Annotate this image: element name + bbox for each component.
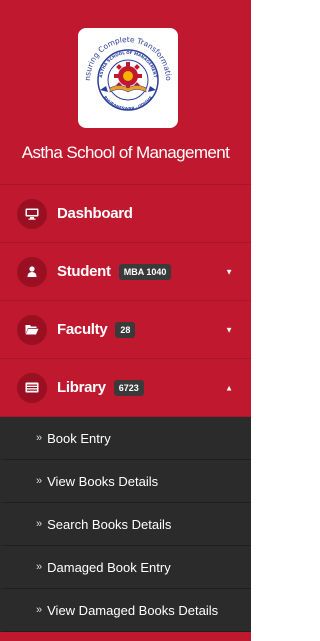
submenu-item-label: View Books Details [47,473,159,489]
logo-emblem-icon: Ensuring Complete Transformation ASTHA S… [78,28,173,111]
double-chevron-right-icon: » [36,475,43,487]
nav-label-dashboard: Dashboard [57,205,133,222]
chevron-down-icon[interactable]: ▼ [225,267,233,276]
submenu-item-label: Damaged Book Entry [47,559,171,575]
nav-label-faculty: Faculty [57,321,108,338]
nav-label-library: Library [57,379,106,396]
list-icon [17,372,47,403]
double-chevron-right-icon: » [36,518,43,530]
nav-label-student: Student [57,263,111,280]
user-icon [17,256,47,287]
school-logo[interactable]: Ensuring Complete Transformation ASTHA S… [78,28,178,128]
faculty-count-badge: 28 [115,321,136,338]
submenu-item-search-books-details[interactable]: » Search Books Details [0,503,251,546]
submenu-item-view-damaged-books-details[interactable]: » View Damaged Books Details [0,589,251,632]
submenu-item-label: Book Entry [47,430,111,446]
nav-item-library[interactable]: Library 6723 ▲ [0,359,251,417]
submenu-item-label: Search Books Details [47,516,172,532]
chevron-down-icon[interactable]: ▼ [225,325,233,334]
nav-item-dashboard[interactable]: Dashboard [0,185,251,243]
desktop-icon [17,198,47,229]
library-submenu: » Book Entry » View Books Details » Sear… [0,417,251,632]
nav-item-faculty[interactable]: Faculty 28 ▼ [0,301,251,359]
submenu-item-damaged-book-entry[interactable]: » Damaged Book Entry [0,546,251,589]
submenu-item-view-books-details[interactable]: » View Books Details [0,460,251,503]
double-chevron-right-icon: » [36,432,43,444]
school-name[interactable]: Astha School of Management [0,143,251,163]
student-count-badge: MBA 1040 [118,263,172,280]
submenu-item-book-entry[interactable]: » Book Entry [0,417,251,460]
folder-icon [17,314,47,345]
chevron-up-icon[interactable]: ▲ [225,383,233,392]
double-chevron-right-icon: » [36,604,43,616]
nav-item-student[interactable]: Student MBA 1040 ▼ [0,243,251,301]
sidebar: Ensuring Complete Transformation ASTHA S… [0,0,253,641]
double-chevron-right-icon: » [36,561,43,573]
library-count-badge: 6723 [113,379,144,396]
brand-header: Ensuring Complete Transformation ASTHA S… [0,0,251,185]
submenu-item-label: View Damaged Books Details [47,602,219,618]
